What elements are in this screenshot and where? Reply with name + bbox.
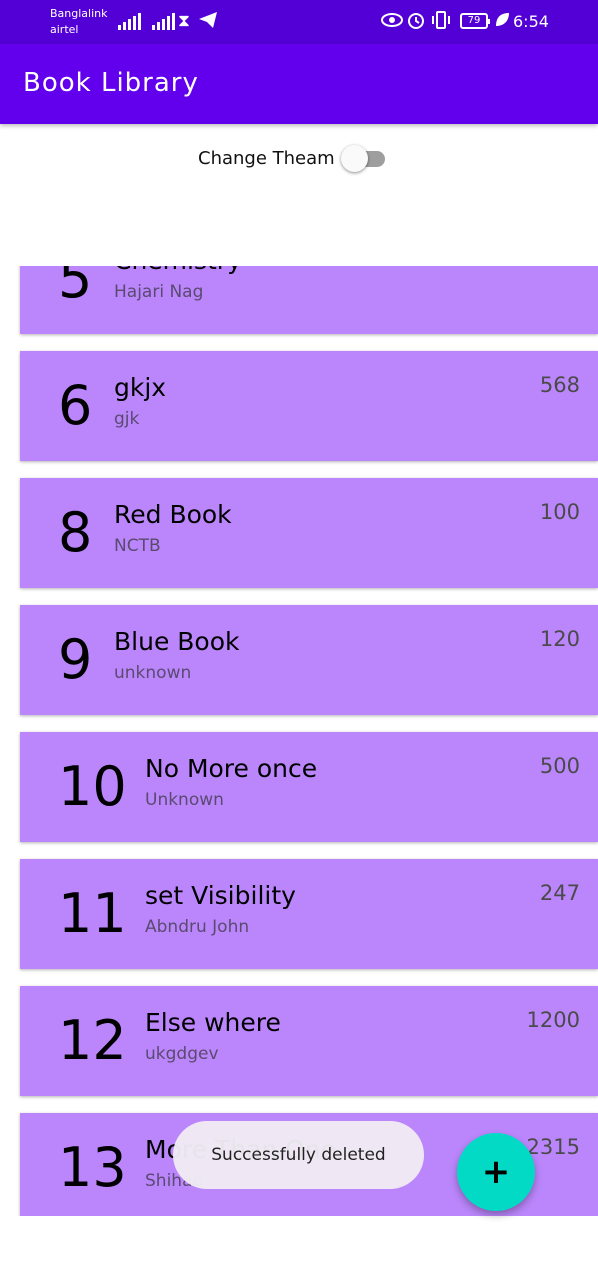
clock: 6:54 [513, 12, 549, 31]
book-author: ukgdgev [145, 1044, 219, 1064]
book-card[interactable]: 5 Chemistry Hajari Nag 120 [20, 266, 598, 334]
theme-toggle-row: Change Theam [198, 142, 387, 174]
book-title: set Visibility [145, 881, 296, 910]
book-pages: 120 [539, 627, 580, 651]
book-id: 9 [58, 628, 93, 691]
book-card[interactable]: 12 Else where ukgdgev 1200 [20, 986, 598, 1096]
carrier-names: Banglalink airtel [50, 6, 108, 38]
book-title: Red Book [114, 500, 232, 529]
signal-icon [152, 12, 175, 30]
leaf-icon [494, 10, 510, 36]
carrier-1: Banglalink [50, 7, 108, 20]
theme-toggle-label: Change Theam [198, 147, 335, 169]
hourglass-icon: ⧗ [178, 11, 190, 31]
book-card[interactable]: 10 No More once Unknown 500 [20, 732, 598, 842]
carrier-2: airtel [50, 23, 79, 36]
book-title: Blue Book [114, 627, 240, 656]
book-card[interactable]: 6 gkjx gjk 568 [20, 351, 598, 461]
app-title: Book Library [23, 68, 199, 98]
status-bar: Banglalink airtel ⧗ 79 6:54 [0, 0, 598, 44]
battery-icon: 79 [460, 13, 490, 29]
book-id: 5 [58, 266, 93, 310]
plus-icon: + [481, 1152, 511, 1192]
book-author: gjk [114, 409, 140, 429]
switch-thumb[interactable] [340, 145, 368, 172]
book-author: unknown [114, 663, 192, 683]
book-pages: 1200 [526, 1008, 580, 1032]
book-pages: 247 [539, 881, 580, 905]
book-pages: 120 [540, 266, 580, 272]
book-card[interactable]: 8 Red Book NCTB 100 [20, 478, 598, 588]
toast-message: Successfully deleted [173, 1121, 424, 1189]
book-id: 13 [58, 1136, 127, 1199]
book-id: 12 [58, 1009, 127, 1072]
add-book-button[interactable]: + [457, 1133, 535, 1211]
book-author: Hajari Nag [114, 282, 204, 302]
book-title: Else where [145, 1008, 281, 1037]
vibrate-icon [430, 10, 452, 36]
book-id: 11 [58, 882, 127, 945]
book-id: 6 [58, 374, 93, 437]
book-id: 10 [58, 755, 127, 818]
book-id: 8 [58, 501, 93, 564]
book-card[interactable]: 11 set Visibility Abndru John 247 [20, 859, 598, 969]
book-author: NCTB [114, 536, 161, 556]
book-title: No More once [145, 754, 318, 783]
book-title: gkjx [114, 373, 167, 402]
theme-switch[interactable] [340, 142, 387, 174]
book-author: Unknown [145, 790, 224, 810]
alarm-icon [406, 10, 426, 36]
book-pages: 500 [539, 754, 580, 778]
book-card[interactable]: 9 Blue Book unknown 120 [20, 605, 598, 715]
book-title: Chemistry [114, 266, 242, 278]
signal-icon [118, 12, 141, 30]
app-bar: Book Library [0, 44, 598, 124]
telegram-icon [198, 10, 218, 36]
eye-icon [381, 10, 403, 36]
book-list[interactable]: 5 Chemistry Hajari Nag 120 6 gkjx gjk 56… [0, 266, 598, 1216]
book-author: Abndru John [145, 917, 250, 937]
book-pages: 568 [539, 373, 580, 397]
book-pages: 2315 [526, 1135, 580, 1159]
book-pages: 100 [539, 500, 580, 524]
